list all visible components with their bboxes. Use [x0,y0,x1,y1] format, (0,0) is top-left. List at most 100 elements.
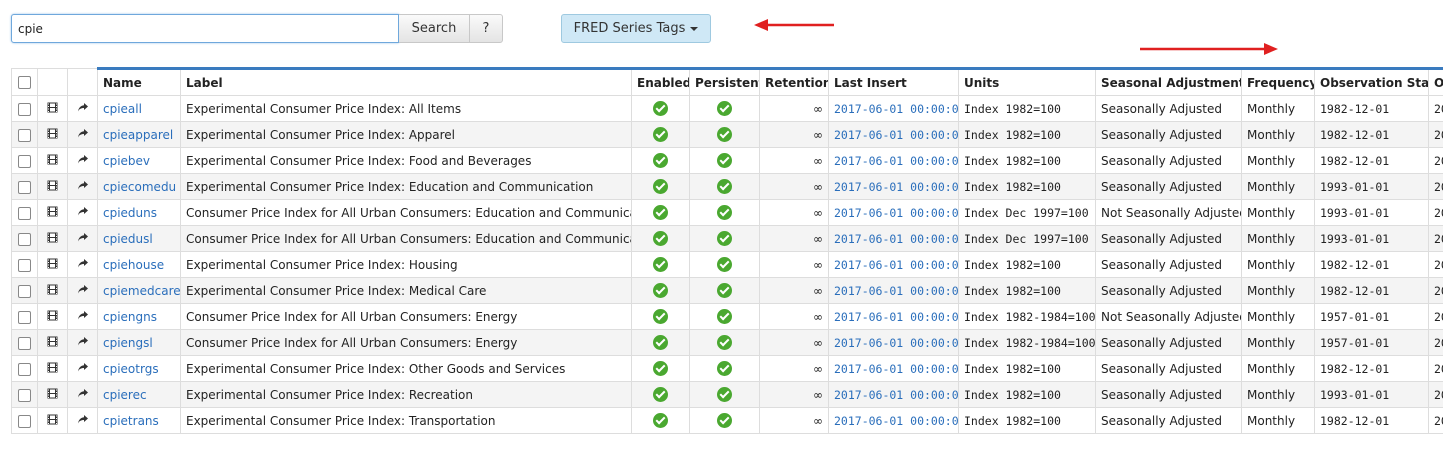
series-name-link[interactable]: cpiemedcare [103,284,180,298]
last-insert-link[interactable]: 2017-06-01 00:00:00 [834,232,958,246]
share-arrow-icon[interactable] [77,362,89,376]
series-name-link[interactable]: cpieall [103,102,142,116]
enabled-check-icon [653,257,668,272]
share-arrow-icon[interactable] [77,284,89,298]
share-arrow-icon[interactable] [77,128,89,142]
film-icon[interactable] [47,362,58,376]
film-icon[interactable] [47,310,58,324]
last-insert-link[interactable]: 2017-06-01 00:00:00 [834,336,958,350]
col-header-frequency[interactable]: Frequency [1241,67,1315,96]
last-insert-link[interactable]: 2017-06-01 00:00:00 [834,414,958,428]
row-checkbox[interactable] [18,284,31,298]
row-checkbox[interactable] [18,414,31,428]
col-header-last-insert[interactable]: Last Insert [828,67,959,96]
series-name-link[interactable]: cpieotrgs [103,362,159,376]
share-arrow-icon[interactable] [77,232,89,246]
enabled-check-icon [653,205,668,220]
series-name-link[interactable]: cpiengns [103,310,157,324]
name-cell: cpiebev [97,147,181,174]
last-insert-link[interactable]: 2017-06-01 00:00:00 [834,180,958,194]
last-insert-link[interactable]: 2017-06-01 00:00:00 [834,362,958,376]
film-icon[interactable] [47,414,58,428]
enabled-cell [631,251,690,278]
last-insert-link[interactable]: 2017-06-01 00:00:00 [834,102,958,116]
series-name-link[interactable]: cpiedusl [103,232,153,246]
series-name-link[interactable]: cpietrans [103,414,159,428]
col-header-retention[interactable]: Retention [759,67,829,96]
row-checkbox[interactable] [18,128,31,142]
label-cell: Experimental Consumer Price Index: Food … [180,147,632,174]
series-name-link[interactable]: cpiecomedu [103,180,176,194]
film-icon[interactable] [47,232,58,246]
film-icon[interactable] [47,258,58,272]
left-arrow-annotation [754,19,834,31]
film-icon[interactable] [47,336,58,350]
share-arrow-icon[interactable] [77,206,89,220]
row-checkbox[interactable] [18,154,31,168]
fred-series-tags-dropdown[interactable]: FRED Series Tags [561,14,711,43]
series-name-link[interactable]: cpierec [103,388,147,402]
row-select-cell [11,355,38,382]
observation-end-cell: 20 [1428,173,1443,200]
last-insert-link[interactable]: 2017-06-01 00:00:00 [834,284,958,298]
persistent-check-icon [717,387,732,402]
film-icon[interactable] [47,180,58,194]
units-cell: Index 1982=100 [958,121,1096,148]
col-header-seasonal-adjustment[interactable]: Seasonal Adjustment [1095,67,1242,96]
enabled-check-icon [653,361,668,376]
col-header-persistent[interactable]: Persistent [689,67,760,96]
row-checkbox[interactable] [18,310,31,324]
series-name-link[interactable]: cpieapparel [103,128,173,142]
search-input[interactable] [11,14,399,43]
last-insert-link[interactable]: 2017-06-01 00:00:00 [834,310,958,324]
row-checkbox[interactable] [18,362,31,376]
persistent-check-icon [717,127,732,142]
help-button[interactable]: ? [469,14,503,43]
col-header-observation-start[interactable]: Observation Start [1314,67,1429,96]
series-name-link[interactable]: cpiehouse [103,258,164,272]
enabled-cell [631,277,690,304]
last-insert-link[interactable]: 2017-06-01 00:00:00 [834,206,958,220]
col-header-name[interactable]: Name [97,67,181,96]
series-name-link[interactable]: cpiebev [103,154,150,168]
share-arrow-icon[interactable] [77,102,89,116]
row-checkbox[interactable] [18,232,31,246]
series-name-link[interactable]: cpieduns [103,206,157,220]
share-arrow-icon[interactable] [77,180,89,194]
col-header-units[interactable]: Units [958,67,1096,96]
film-icon[interactable] [47,206,58,220]
share-arrow-icon[interactable] [77,310,89,324]
row-checkbox[interactable] [18,102,31,116]
units-cell: Index 1982=100 [958,173,1096,200]
search-button[interactable]: Search [399,14,470,43]
row-checkbox[interactable] [18,258,31,272]
film-icon[interactable] [47,128,58,142]
film-icon[interactable] [47,102,58,116]
row-link-cell [67,277,98,304]
row-checkbox[interactable] [18,206,31,220]
share-arrow-icon[interactable] [77,154,89,168]
col-header-enabled[interactable]: Enabled [631,67,690,96]
table-row: cpiengsl Consumer Price Index for All Urb… [11,329,1443,356]
row-select-cell [11,225,38,252]
share-arrow-icon[interactable] [77,388,89,402]
last-insert-link[interactable]: 2017-06-01 00:00:00 [834,258,958,272]
last-insert-link[interactable]: 2017-06-01 00:00:00 [834,128,958,142]
film-icon[interactable] [47,154,58,168]
label-cell: Consumer Price Index for All Urban Consu… [180,329,632,356]
series-name-link[interactable]: cpiengsl [103,336,153,350]
share-arrow-icon[interactable] [77,414,89,428]
row-checkbox[interactable] [18,180,31,194]
select-all-checkbox[interactable] [18,76,31,89]
film-icon[interactable] [47,388,58,402]
film-icon[interactable] [47,284,58,298]
share-arrow-icon[interactable] [77,258,89,272]
col-header-observation-end[interactable]: O [1428,67,1443,96]
last-insert-link[interactable]: 2017-06-01 00:00:00 [834,154,958,168]
col-header-label[interactable]: Label [180,67,632,96]
last-insert-link[interactable]: 2017-06-01 00:00:00 [834,388,958,402]
enabled-cell [631,95,690,122]
row-checkbox[interactable] [18,388,31,402]
share-arrow-icon[interactable] [77,336,89,350]
row-checkbox[interactable] [18,336,31,350]
